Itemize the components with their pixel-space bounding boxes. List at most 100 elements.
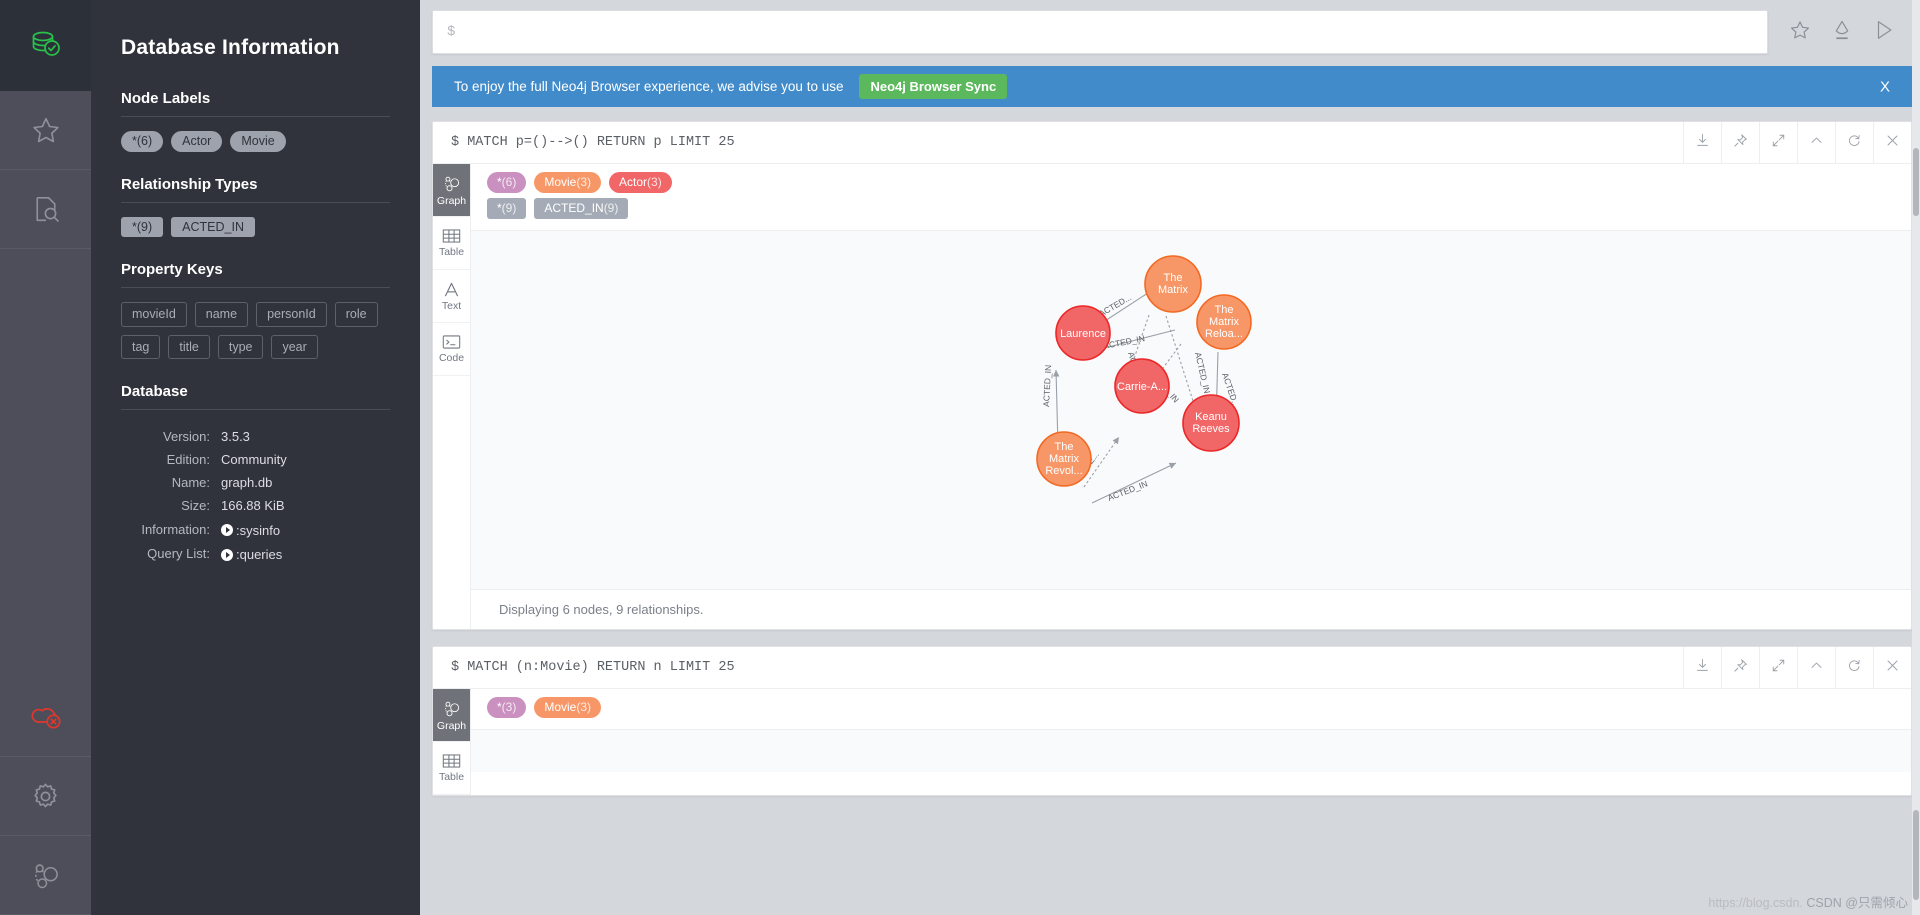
property-key-chip[interactable]: movieId	[121, 302, 187, 327]
collapse-button[interactable]	[1797, 121, 1835, 164]
close-icon	[1885, 658, 1900, 678]
table-row: Version: 3.5.3	[123, 426, 388, 447]
rerun-button[interactable]	[1835, 646, 1873, 689]
pin-button[interactable]	[1721, 646, 1759, 689]
run-button[interactable]	[1872, 20, 1896, 44]
db-field-value: graph.db	[221, 475, 273, 490]
graph-node-the-matrix-revolutions[interactable]: The Matrix Revol...	[1036, 431, 1092, 487]
fullscreen-button[interactable]	[1759, 646, 1797, 689]
graph-svg: ACTED... ACTED_IN ACTED_IN ACTED_IN ACTE…	[1036, 255, 1252, 504]
frame-header: $ MATCH (n:Movie) RETURN n LIMIT 25	[433, 646, 1911, 689]
node-label-chip[interactable]: *(6)	[121, 131, 164, 152]
legend-chip-actor[interactable]: Actor(3)	[609, 172, 672, 193]
download-button[interactable]	[1683, 646, 1721, 689]
graph-nodes: The Matrix The Matrix Reloa... Laurence …	[1036, 255, 1252, 487]
graph-legend: *(3) Movie(3)	[471, 689, 1911, 730]
rail-item-cloud[interactable]	[0, 678, 91, 757]
divider	[121, 287, 390, 288]
legend-chip-movie[interactable]: Movie(3)	[534, 697, 602, 718]
editor-bar: $	[420, 0, 1920, 66]
table-row: Name: graph.db	[123, 472, 388, 493]
fullscreen-button[interactable]	[1759, 121, 1797, 164]
property-key-chip[interactable]: tag	[121, 334, 161, 359]
divider	[121, 409, 390, 410]
rerun-button[interactable]	[1835, 121, 1873, 164]
section-title-node-labels: Node Labels	[121, 90, 211, 107]
rail-item-favorites[interactable]	[0, 91, 91, 170]
stream-scrollbar[interactable]	[1912, 0, 1920, 915]
pin-button[interactable]	[1721, 121, 1759, 164]
property-key-chip[interactable]: role	[334, 302, 378, 327]
legend-chip-all-nodes[interactable]: *(3)	[487, 697, 527, 718]
table-row: Query List: :queries	[123, 543, 388, 566]
queries-link[interactable]: :queries	[221, 547, 282, 562]
graph-node-keanu-reeves[interactable]: Keanu Reeves	[1182, 394, 1240, 452]
queries-link-label: :queries	[236, 547, 283, 562]
tab-table[interactable]: Table	[433, 742, 470, 795]
tab-graph[interactable]: Graph	[433, 164, 470, 217]
frame-body: Graph Table	[433, 689, 1911, 795]
database-information-drawer: Database Information Node Labels *(6) Ac…	[91, 0, 420, 915]
browser-sync-button[interactable]: Neo4j Browser Sync	[859, 74, 1008, 99]
property-key-chip[interactable]: year	[271, 334, 318, 359]
property-key-chip[interactable]: personId	[256, 302, 327, 327]
relationship-type-chip[interactable]: ACTED_IN	[171, 216, 255, 237]
relationship-type-chip[interactable]: *(9)	[121, 216, 164, 237]
property-key-chip[interactable]: type	[217, 334, 264, 359]
close-button[interactable]	[1873, 121, 1911, 164]
legend-chip-all-nodes[interactable]: *(6)	[487, 172, 527, 193]
legend-chip-label: ACTED_IN	[544, 201, 604, 215]
tab-table[interactable]: Table	[433, 217, 470, 270]
collapse-button[interactable]	[1797, 646, 1835, 689]
legend-chip-label: *	[497, 700, 502, 714]
scrollbar-thumb[interactable]	[1913, 148, 1919, 216]
star-icon	[1789, 19, 1811, 46]
play-icon	[221, 524, 233, 536]
pin-icon	[1733, 658, 1748, 678]
rail-item-documents[interactable]	[0, 170, 91, 249]
legend-chip-label: Movie	[544, 175, 577, 189]
clear-button[interactable]	[1830, 20, 1854, 44]
result-frame: $ MATCH p=()-->() RETURN p LIMIT 25 Grap…	[432, 121, 1912, 630]
section-title-relationship-types: Relationship Types	[121, 175, 258, 193]
sysinfo-link[interactable]: :sysinfo	[221, 523, 280, 538]
graph-canvas[interactable]	[471, 730, 1911, 772]
tab-code[interactable]: Code	[433, 323, 470, 376]
graph-node-laurence[interactable]: Laurence	[1055, 305, 1111, 361]
cypher-editor[interactable]: $	[432, 10, 1768, 54]
download-button[interactable]	[1683, 121, 1721, 164]
close-button[interactable]	[1873, 646, 1911, 689]
db-field-value: :queries	[221, 543, 388, 566]
legend-chip-movie[interactable]: Movie(3)	[534, 172, 602, 193]
graph-canvas[interactable]: ACTED... ACTED_IN ACTED_IN ACTED_IN ACTE…	[471, 231, 1911, 589]
rail-item-settings[interactable]	[0, 757, 91, 836]
pin-icon	[1733, 133, 1748, 153]
neo4j-browser-app: Database Information Node Labels *(6) Ac…	[0, 0, 1920, 915]
banner-close-button[interactable]: X	[1880, 78, 1890, 95]
graph-node-carrie-anne[interactable]: Carrie-A...	[1114, 358, 1170, 414]
legend-chip-acted-in[interactable]: ACTED_IN(9)	[534, 198, 629, 219]
legend-chip-count: (6)	[501, 175, 517, 189]
legend-chip-count: (3)	[576, 175, 592, 189]
property-key-chip[interactable]: title	[168, 334, 210, 359]
property-key-chip[interactable]: name	[194, 302, 249, 327]
result-frame: $ MATCH (n:Movie) RETURN n LIMIT 25 Grap…	[432, 646, 1912, 796]
divider	[121, 201, 390, 203]
refresh-icon	[1847, 658, 1862, 678]
neo4j-logo	[0, 0, 91, 91]
node-label-chip[interactable]: Actor	[171, 131, 223, 152]
tab-graph[interactable]: Graph	[433, 689, 470, 742]
banner-text: To enjoy the full Neo4j Browser experien…	[454, 79, 844, 94]
rail-item-about[interactable]	[0, 836, 91, 915]
legend-chip-all-rels[interactable]: *(9)	[487, 198, 527, 219]
node-label-chip[interactable]: Movie	[230, 131, 286, 152]
favorite-button[interactable]	[1788, 20, 1812, 44]
scrollbar-thumb[interactable]	[1913, 810, 1919, 900]
graph-node-the-matrix-reloaded[interactable]: The Matrix Reloa...	[1196, 294, 1252, 350]
table-row: Edition: Community	[123, 449, 388, 470]
frame-header: $ MATCH p=()-->() RETURN p LIMIT 25	[433, 121, 1911, 164]
db-field-label: Query List:	[147, 546, 210, 562]
graph-node-the-matrix[interactable]: The Matrix	[1144, 255, 1202, 313]
tab-table-label: Table	[438, 246, 465, 258]
tab-text[interactable]: Text	[433, 270, 470, 323]
